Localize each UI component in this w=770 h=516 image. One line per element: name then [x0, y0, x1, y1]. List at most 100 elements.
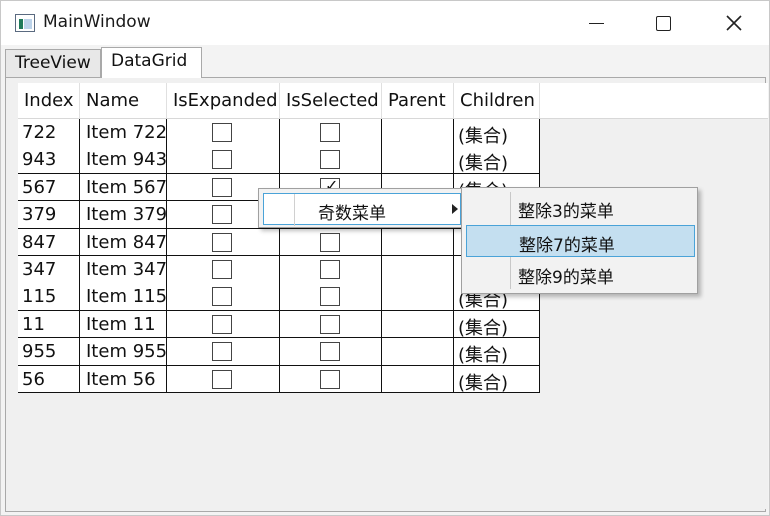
cell-index[interactable]: 955: [18, 338, 80, 365]
cell-parent[interactable]: [382, 119, 454, 146]
cell-parent[interactable]: [382, 256, 454, 283]
cell-isexpanded[interactable]: [167, 310, 280, 338]
isexpanded-checkbox[interactable]: [212, 123, 232, 142]
column-header-parent[interactable]: Parent: [382, 83, 454, 119]
isselected-checkbox[interactable]: [320, 123, 340, 142]
table-row[interactable]: 955 Item 955 (集合): [18, 338, 540, 366]
cell-isselected[interactable]: [280, 228, 382, 256]
cell-index[interactable]: 722: [18, 119, 80, 146]
isexpanded-checkbox[interactable]: [212, 232, 232, 252]
cell-isselected[interactable]: [280, 365, 382, 393]
app-icon: [15, 14, 35, 32]
cell-isexpanded[interactable]: [167, 283, 280, 310]
cell-isexpanded[interactable]: [167, 338, 280, 365]
table-row[interactable]: 722 Item 722 (集合): [18, 119, 540, 147]
isselected-checkbox[interactable]: [320, 232, 340, 252]
cell-children[interactable]: (集合): [454, 146, 540, 174]
isexpanded-checkbox[interactable]: [212, 205, 232, 225]
submenu-item-div9-label: 整除9的菜单: [518, 268, 614, 288]
menu-item-odd-label: 奇数菜单: [318, 204, 386, 224]
cell-isselected[interactable]: [280, 256, 382, 283]
cell-isselected[interactable]: [280, 146, 382, 173]
cell-index[interactable]: 11: [18, 310, 80, 338]
cell-isexpanded[interactable]: [167, 256, 280, 283]
cell-index[interactable]: 56: [18, 365, 80, 393]
column-header-isselected[interactable]: IsSelected: [280, 83, 382, 119]
submenu-item-div7-label: 整除7的菜单: [519, 236, 615, 256]
cell-isexpanded[interactable]: [167, 119, 280, 146]
isexpanded-checkbox[interactable]: [212, 260, 232, 279]
cell-isselected[interactable]: [280, 119, 382, 146]
cell-parent[interactable]: [382, 228, 454, 256]
maximize-icon: [656, 16, 671, 31]
cell-name[interactable]: Item 347: [80, 256, 167, 283]
column-header-children[interactable]: Children: [454, 83, 540, 119]
cell-children[interactable]: (集合): [454, 365, 540, 394]
submenu-arrow-icon: [452, 204, 458, 214]
isselected-checkbox[interactable]: [320, 287, 340, 307]
cell-isselected[interactable]: [280, 310, 382, 338]
cell-name[interactable]: Item 943: [80, 146, 167, 173]
cell-parent[interactable]: [382, 146, 454, 173]
title-bar[interactable]: MainWindow: [1, 1, 769, 45]
cell-index[interactable]: 115: [18, 283, 80, 310]
tab-treeview[interactable]: TreeView: [5, 49, 101, 77]
column-header-index[interactable]: Index: [18, 83, 80, 119]
column-header-name[interactable]: Name: [80, 83, 167, 119]
close-button[interactable]: [711, 1, 757, 45]
maximize-button[interactable]: [641, 1, 687, 45]
isexpanded-checkbox[interactable]: [212, 150, 232, 170]
submenu-item-div3-label: 整除3的菜单: [518, 202, 614, 222]
cell-parent[interactable]: [382, 310, 454, 338]
table-row[interactable]: 943 Item 943 (集合): [18, 146, 540, 174]
isselected-checkbox[interactable]: [320, 260, 340, 279]
column-header-isexpanded[interactable]: IsExpanded: [167, 83, 280, 119]
close-icon: [726, 15, 742, 31]
cell-name[interactable]: Item 56: [80, 365, 167, 393]
cell-name[interactable]: Item 567: [80, 173, 167, 201]
cell-isexpanded[interactable]: [167, 146, 280, 173]
cell-index[interactable]: 567: [18, 173, 80, 201]
isselected-checkbox[interactable]: [320, 342, 340, 362]
cell-name[interactable]: Item 955: [80, 338, 167, 365]
cell-name[interactable]: Item 11: [80, 310, 167, 338]
cell-isexpanded[interactable]: [167, 365, 280, 393]
cell-index[interactable]: 943: [18, 146, 80, 173]
isexpanded-checkbox[interactable]: [212, 369, 232, 389]
cell-parent[interactable]: [382, 283, 454, 310]
isexpanded-checkbox[interactable]: [212, 342, 232, 362]
cell-name[interactable]: Item 847: [80, 228, 167, 256]
tab-datagrid[interactable]: DataGrid: [101, 47, 202, 78]
cell-name[interactable]: Item 115: [80, 283, 167, 310]
submenu-item-div9[interactable]: 整除9的菜单: [466, 258, 695, 290]
isselected-checkbox[interactable]: [320, 369, 340, 389]
cell-parent[interactable]: [382, 365, 454, 393]
table-row[interactable]: 11 Item 11 (集合): [18, 310, 540, 339]
submenu-item-div7[interactable]: 整除7的菜单: [466, 225, 695, 257]
cell-children[interactable]: (集合): [454, 310, 540, 339]
isselected-checkbox[interactable]: [320, 314, 340, 334]
cell-children[interactable]: (集合): [454, 338, 540, 366]
cell-name[interactable]: Item 379: [80, 201, 167, 228]
cell-parent[interactable]: [382, 338, 454, 365]
cell-children[interactable]: (集合): [454, 119, 540, 147]
isselected-checkbox[interactable]: [320, 150, 340, 170]
cell-name[interactable]: Item 722: [80, 119, 167, 146]
window-title: MainWindow: [43, 12, 151, 32]
data-grid[interactable]: Index Name IsExpanded IsSelected Parent …: [18, 83, 768, 509]
cell-isselected[interactable]: [280, 283, 382, 310]
cell-index[interactable]: 347: [18, 256, 80, 283]
isexpanded-checkbox[interactable]: [212, 287, 232, 307]
cell-isselected[interactable]: [280, 338, 382, 365]
context-menu: 奇数菜单: [258, 188, 464, 228]
cell-index[interactable]: 847: [18, 228, 80, 256]
isexpanded-checkbox[interactable]: [212, 177, 232, 197]
table-row[interactable]: 56 Item 56 (集合): [18, 365, 540, 394]
cell-isexpanded[interactable]: [167, 228, 280, 256]
cell-index[interactable]: 379: [18, 201, 80, 228]
isexpanded-checkbox[interactable]: [212, 314, 232, 334]
minimize-icon: [589, 23, 604, 24]
minimize-button[interactable]: [574, 1, 620, 45]
submenu-item-div3[interactable]: 整除3的菜单: [466, 192, 695, 224]
menu-item-odd[interactable]: 奇数菜单: [263, 193, 461, 226]
